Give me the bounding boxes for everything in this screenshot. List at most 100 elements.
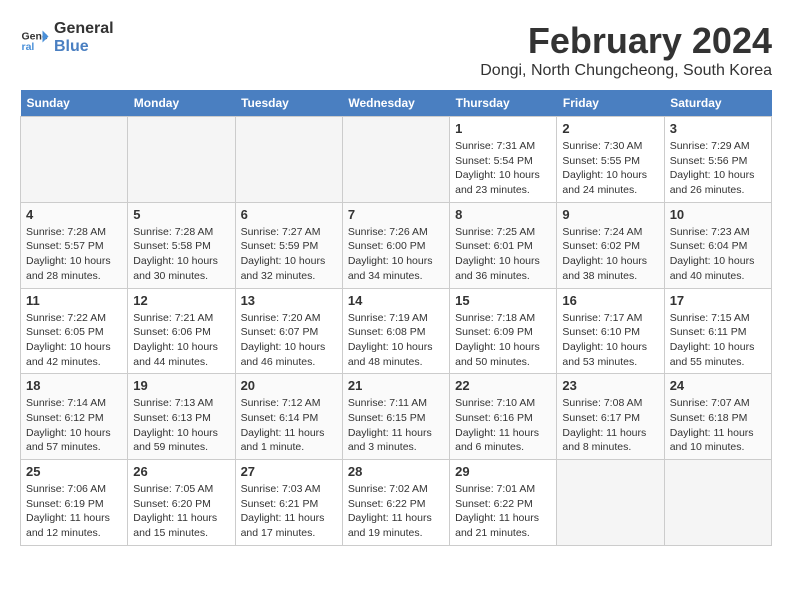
calendar-cell: 3 Sunrise: 7:29 AM Sunset: 5:56 PM Daylig… [664,117,771,203]
day-info: Sunrise: 7:31 AM Sunset: 5:54 PM Dayligh… [455,139,551,198]
calendar-cell: 11 Sunrise: 7:22 AM Sunset: 6:05 PM Dayli… [21,288,128,374]
calendar-cell: 13Sunrise: 7:20 AM Sunset: 6:07 PM Dayli… [235,288,342,374]
day-number: 26 [133,464,229,479]
day-info: Sunrise: 7:22 AM Sunset: 6:05 PM Dayligh… [26,311,122,370]
day-info: Sunrise: 7:13 AM Sunset: 6:13 PM Dayligh… [133,396,229,455]
day-header-sunday: Sunday [21,90,128,117]
svg-text:ral: ral [22,41,35,53]
subtitle: Dongi, North Chungcheong, South Korea [480,62,772,80]
day-number: 2 [562,121,658,136]
calendar-cell: 5 Sunrise: 7:28 AM Sunset: 5:58 PM Daylig… [128,202,235,288]
day-info: Sunrise: 7:05 AM Sunset: 6:20 PM Dayligh… [133,482,229,541]
calendar-cell: 6Sunrise: 7:27 AM Sunset: 5:59 PM Daylig… [235,202,342,288]
day-info: Sunrise: 7:29 AM Sunset: 5:56 PM Dayligh… [670,139,766,198]
day-info: Sunrise: 7:21 AM Sunset: 6:06 PM Dayligh… [133,311,229,370]
day-number: 5 [133,207,229,222]
logo: Gene ral General Blue [20,20,114,56]
day-header-tuesday: Tuesday [235,90,342,117]
calendar-cell: 2 Sunrise: 7:30 AM Sunset: 5:55 PM Daylig… [557,117,664,203]
calendar-cell: 18 Sunrise: 7:14 AM Sunset: 6:12 PM Dayli… [21,374,128,460]
calendar-cell: 24 Sunrise: 7:07 AM Sunset: 6:18 PM Dayli… [664,374,771,460]
header-row: SundayMondayTuesdayWednesdayThursdayFrid… [21,90,772,117]
calendar-cell: 17 Sunrise: 7:15 AM Sunset: 6:11 PM Dayli… [664,288,771,374]
logo-line2: Blue [54,38,114,56]
day-info: Sunrise: 7:24 AM Sunset: 6:02 PM Dayligh… [562,225,658,284]
calendar-cell: 21 Sunrise: 7:11 AM Sunset: 6:15 PM Dayli… [342,374,449,460]
logo-line1: General [54,20,114,38]
logo-icon: Gene ral [20,23,50,53]
week-row-3: 11 Sunrise: 7:22 AM Sunset: 6:05 PM Dayli… [21,288,772,374]
day-info: Sunrise: 7:18 AM Sunset: 6:09 PM Dayligh… [455,311,551,370]
calendar-cell: 27Sunrise: 7:03 AM Sunset: 6:21 PM Dayli… [235,460,342,546]
day-number: 29 [455,464,551,479]
day-info: Sunrise: 7:14 AM Sunset: 6:12 PM Dayligh… [26,396,122,455]
day-info: Sunrise: 7:28 AM Sunset: 5:57 PM Dayligh… [26,225,122,284]
main-title: February 2024 [480,20,772,62]
day-number: 14 [348,293,444,308]
calendar-cell: 12 Sunrise: 7:21 AM Sunset: 6:06 PM Dayli… [128,288,235,374]
calendar-cell: 8 Sunrise: 7:25 AM Sunset: 6:01 PM Daylig… [450,202,557,288]
day-number: 21 [348,378,444,393]
week-row-4: 18 Sunrise: 7:14 AM Sunset: 6:12 PM Dayli… [21,374,772,460]
day-number: 17 [670,293,766,308]
calendar-cell: 25 Sunrise: 7:06 AM Sunset: 6:19 PM Dayli… [21,460,128,546]
day-header-wednesday: Wednesday [342,90,449,117]
day-info: Sunrise: 7:25 AM Sunset: 6:01 PM Dayligh… [455,225,551,284]
calendar-table: SundayMondayTuesdayWednesdayThursdayFrid… [20,90,772,546]
header: Gene ral General Blue February 2024 Dong… [20,20,772,80]
calendar-body: 1 Sunrise: 7:31 AM Sunset: 5:54 PM Daylig… [21,117,772,546]
day-number: 4 [26,207,122,222]
calendar-cell: 1 Sunrise: 7:31 AM Sunset: 5:54 PM Daylig… [450,117,557,203]
title-block: February 2024 Dongi, North Chungcheong, … [480,20,772,80]
week-row-1: 1 Sunrise: 7:31 AM Sunset: 5:54 PM Daylig… [21,117,772,203]
calendar-cell [664,460,771,546]
calendar-cell: 19Sunrise: 7:13 AM Sunset: 6:13 PM Dayli… [128,374,235,460]
day-number: 28 [348,464,444,479]
day-number: 11 [26,293,122,308]
day-number: 10 [670,207,766,222]
day-info: Sunrise: 7:23 AM Sunset: 6:04 PM Dayligh… [670,225,766,284]
day-info: Sunrise: 7:12 AM Sunset: 6:14 PM Dayligh… [241,396,337,455]
day-info: Sunrise: 7:02 AM Sunset: 6:22 PM Dayligh… [348,482,444,541]
day-number: 1 [455,121,551,136]
calendar-cell: 16Sunrise: 7:17 AM Sunset: 6:10 PM Dayli… [557,288,664,374]
day-number: 3 [670,121,766,136]
day-info: Sunrise: 7:30 AM Sunset: 5:55 PM Dayligh… [562,139,658,198]
calendar-cell: 7Sunrise: 7:26 AM Sunset: 6:00 PM Daylig… [342,202,449,288]
day-number: 16 [562,293,658,308]
day-number: 8 [455,207,551,222]
day-info: Sunrise: 7:08 AM Sunset: 6:17 PM Dayligh… [562,396,658,455]
day-info: Sunrise: 7:27 AM Sunset: 5:59 PM Dayligh… [241,225,337,284]
day-info: Sunrise: 7:01 AM Sunset: 6:22 PM Dayligh… [455,482,551,541]
day-number: 18 [26,378,122,393]
calendar-cell [21,117,128,203]
day-info: Sunrise: 7:15 AM Sunset: 6:11 PM Dayligh… [670,311,766,370]
calendar-cell: 28 Sunrise: 7:02 AM Sunset: 6:22 PM Dayli… [342,460,449,546]
day-header-friday: Friday [557,90,664,117]
calendar-cell: 29 Sunrise: 7:01 AM Sunset: 6:22 PM Dayli… [450,460,557,546]
day-info: Sunrise: 7:20 AM Sunset: 6:07 PM Dayligh… [241,311,337,370]
calendar-cell: 9 Sunrise: 7:24 AM Sunset: 6:02 PM Daylig… [557,202,664,288]
day-number: 12 [133,293,229,308]
day-info: Sunrise: 7:06 AM Sunset: 6:19 PM Dayligh… [26,482,122,541]
day-number: 24 [670,378,766,393]
day-number: 15 [455,293,551,308]
day-info: Sunrise: 7:28 AM Sunset: 5:58 PM Dayligh… [133,225,229,284]
day-number: 9 [562,207,658,222]
day-number: 25 [26,464,122,479]
calendar-cell [342,117,449,203]
day-info: Sunrise: 7:10 AM Sunset: 6:16 PM Dayligh… [455,396,551,455]
day-number: 23 [562,378,658,393]
day-number: 20 [241,378,337,393]
day-header-monday: Monday [128,90,235,117]
day-info: Sunrise: 7:19 AM Sunset: 6:08 PM Dayligh… [348,311,444,370]
calendar-cell: 26 Sunrise: 7:05 AM Sunset: 6:20 PM Dayli… [128,460,235,546]
day-number: 7 [348,207,444,222]
day-header-saturday: Saturday [664,90,771,117]
calendar-cell: 23 Sunrise: 7:08 AM Sunset: 6:17 PM Dayli… [557,374,664,460]
calendar-cell: 15 Sunrise: 7:18 AM Sunset: 6:09 PM Dayli… [450,288,557,374]
day-info: Sunrise: 7:11 AM Sunset: 6:15 PM Dayligh… [348,396,444,455]
day-info: Sunrise: 7:07 AM Sunset: 6:18 PM Dayligh… [670,396,766,455]
calendar-cell [557,460,664,546]
calendar-cell [128,117,235,203]
